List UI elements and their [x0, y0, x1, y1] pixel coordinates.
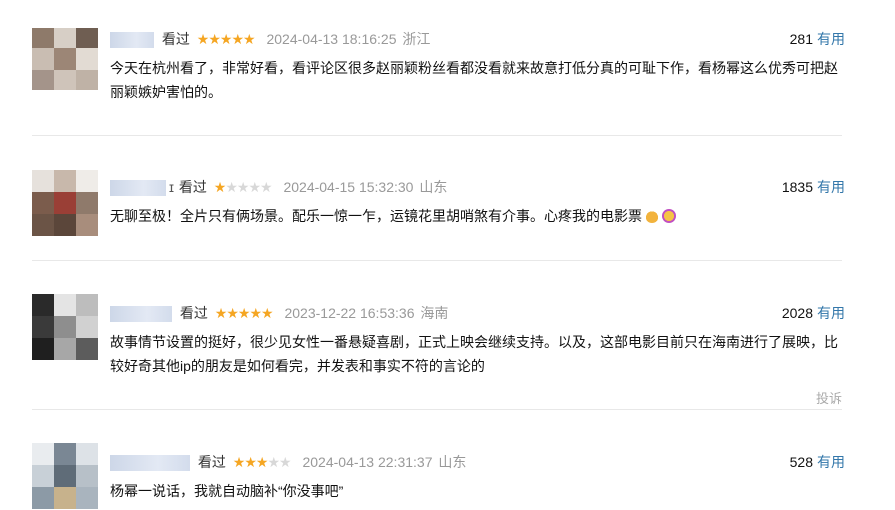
comment-time: 2023-12-22 16:53:36	[284, 305, 415, 321]
vote-area: 281 有用	[790, 28, 845, 50]
comment-text: 今天在杭州看了，非常好看，看评论区很多赵丽颖粉丝看都没看就来故意打低分真的可耻下…	[110, 60, 838, 100]
comment-time: 2024-04-13 22:31:37	[302, 454, 433, 470]
comment-meta: 看过 ★★★★★ 2023-12-22 16:53:36 海南 2028 有用	[110, 302, 845, 324]
star-filled-icon: ★	[196, 31, 210, 47]
divider	[32, 260, 842, 261]
vote-count: 1835	[781, 179, 813, 195]
vote-area: 528 有用	[790, 451, 845, 473]
username[interactable]	[110, 455, 190, 472]
star-filled-icon: ★	[232, 454, 246, 470]
star-filled-icon: ★	[261, 305, 274, 321]
vote-area: 1835 有用	[782, 176, 845, 198]
comment-location: 浙江	[402, 31, 431, 47]
useful-button[interactable]: 有用	[817, 31, 845, 47]
star-empty-icon: ★	[225, 179, 238, 195]
watch-status: 看过	[197, 454, 226, 470]
star-empty-icon: ★	[260, 179, 273, 195]
useful-button[interactable]: 有用	[817, 179, 845, 195]
watch-status: 看过	[161, 31, 190, 47]
star-empty-icon: ★	[236, 179, 250, 195]
vote-count: 528	[789, 454, 813, 470]
comment-text: 故事情节设置的挺好，很少见女性一番悬疑喜剧，正式上映会继续支持。以及，这部电影目…	[110, 334, 838, 374]
username[interactable]	[110, 180, 166, 197]
divider	[32, 409, 842, 410]
comment-meta: 看过 ★★★★★ 2024-04-13 18:16:25 浙江 281 有用	[110, 28, 845, 50]
watch-status: 看过	[178, 179, 207, 195]
report-button[interactable]: 投诉	[816, 388, 842, 407]
avatar[interactable]	[32, 28, 98, 90]
username[interactable]	[110, 306, 172, 323]
username-tail: ɪ	[169, 179, 174, 195]
username[interactable]	[110, 32, 154, 49]
comment-text: 无聊至极！全片只有俩场景。配乐一惊一乍，运镜花里胡哨煞有介事。心疼我的电影票	[110, 204, 845, 228]
star-filled-icon: ★	[219, 31, 233, 47]
watch-status: 看过	[179, 305, 208, 321]
star-filled-icon: ★	[255, 454, 269, 470]
crying-face-icon	[662, 209, 676, 223]
star-filled-icon: ★	[237, 305, 251, 321]
star-filled-icon: ★	[208, 31, 221, 47]
comment-location: 海南	[420, 305, 449, 321]
divider	[32, 135, 842, 136]
comment-text-body: 无聊至极！全片只有俩场景。配乐一惊一乍，运镜花里胡哨煞有介事。心疼我的电影票	[110, 208, 642, 224]
rating-stars: ★★★★★	[214, 302, 274, 324]
rating-stars: ★★★★★	[232, 451, 292, 473]
comment-time: 2024-04-15 15:32:30	[283, 179, 414, 195]
comment-text: 杨幂一说话，我就自动脑补“你没事吧”	[110, 483, 344, 499]
star-filled-icon: ★	[243, 31, 256, 47]
useful-button[interactable]: 有用	[817, 454, 845, 470]
star-filled-icon: ★	[226, 305, 239, 321]
star-empty-icon: ★	[248, 179, 261, 195]
star-empty-icon: ★	[267, 454, 280, 470]
money-bag-icon	[645, 209, 659, 223]
avatar[interactable]	[32, 443, 98, 509]
vote-count: 2028	[781, 305, 813, 321]
comment-meta: ɪ 看过 ★★★★★ 2024-04-15 15:32:30 山东 1835 有用	[110, 176, 845, 198]
comment-meta: 看过 ★★★★★ 2024-04-13 22:31:37 山东 528 有用	[110, 451, 845, 473]
star-filled-icon: ★	[214, 305, 228, 321]
vote-area: 2028 有用	[782, 302, 845, 324]
rating-stars: ★★★★★	[196, 28, 256, 50]
star-filled-icon: ★	[231, 31, 244, 47]
rating-stars: ★★★★★	[213, 176, 273, 198]
comment-time: 2024-04-13 18:16:25	[266, 31, 397, 47]
star-filled-icon: ★	[249, 305, 262, 321]
useful-button[interactable]: 有用	[817, 305, 845, 321]
star-filled-icon: ★	[244, 454, 257, 470]
vote-count: 281	[789, 31, 813, 47]
comment-location: 山东	[419, 179, 448, 195]
star-empty-icon: ★	[279, 454, 292, 470]
avatar[interactable]	[32, 294, 98, 360]
avatar[interactable]	[32, 170, 98, 236]
comment-location: 山东	[438, 454, 467, 470]
star-filled-icon: ★	[213, 179, 227, 195]
